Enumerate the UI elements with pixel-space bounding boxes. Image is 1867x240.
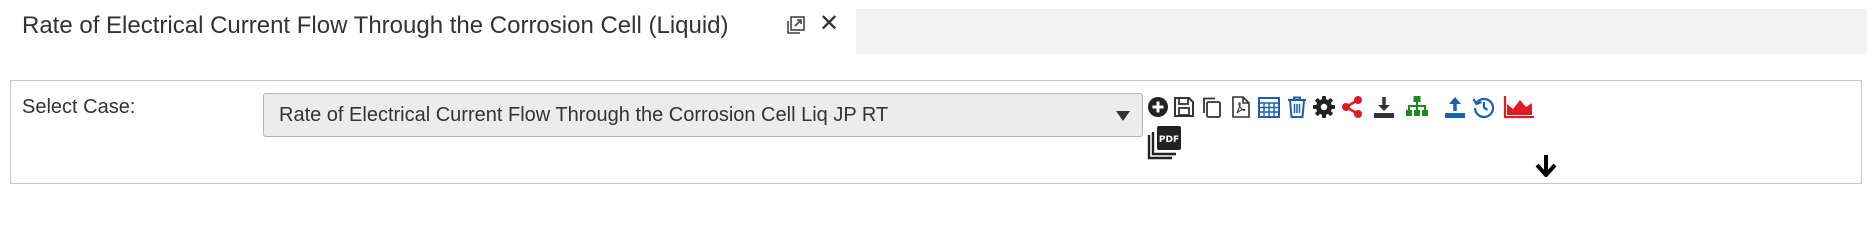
area-chart-icon (1503, 96, 1534, 119)
add-case-button[interactable] (1146, 95, 1170, 119)
active-tab[interactable]: Rate of Electrical Current Flow Through … (0, 0, 856, 58)
calculator-button[interactable] (1257, 95, 1281, 119)
case-panel: Select Case: Rate of Electrical Current … (10, 80, 1862, 184)
tab-title: Rate of Electrical Current Flow Through … (22, 12, 729, 39)
trash-icon (1288, 96, 1306, 118)
case-dropdown-value: Rate of Electrical Current Flow Through … (279, 104, 889, 126)
upload-icon (1445, 97, 1465, 118)
pdf-stack-icon: PDF (1147, 126, 1181, 160)
copy-icon (1203, 97, 1221, 118)
gear-icon (1313, 96, 1335, 118)
pdf-stack-button[interactable]: PDF (1146, 125, 1184, 161)
share-icon (1342, 96, 1362, 118)
history-icon (1472, 97, 1495, 119)
download-button[interactable] (1372, 95, 1396, 119)
expand-down-button[interactable] (1533, 153, 1559, 179)
upload-button[interactable] (1443, 95, 1467, 119)
save-button[interactable] (1172, 95, 1196, 119)
copy-button[interactable] (1199, 95, 1223, 119)
history-button[interactable] (1472, 95, 1496, 119)
close-icon[interactable]: ✕ (818, 10, 840, 38)
plus-circle-icon (1148, 97, 1168, 117)
share-button[interactable] (1340, 95, 1364, 119)
hierarchy-button[interactable] (1405, 95, 1429, 119)
case-dropdown[interactable]: Rate of Electrical Current Flow Through … (263, 93, 1143, 137)
save-icon (1174, 97, 1194, 117)
delete-button[interactable] (1285, 95, 1309, 119)
download-icon (1374, 97, 1394, 118)
chart-button[interactable] (1503, 95, 1535, 119)
pdf-file-icon (1232, 96, 1250, 118)
tab-strip: Rate of Electrical Current Flow Through … (0, 0, 1867, 58)
arrow-down-icon (1535, 155, 1557, 177)
popout-icon[interactable] (786, 15, 806, 35)
export-pdf-button[interactable] (1229, 95, 1253, 119)
dropdown-arrow-icon (1116, 111, 1130, 121)
tab-strip-empty-area (856, 9, 1867, 54)
pdf-badge-text: PDF (1159, 135, 1179, 145)
select-case-label: Select Case: (22, 96, 136, 118)
sitemap-icon (1406, 96, 1428, 116)
settings-button[interactable] (1312, 95, 1336, 119)
table-grid-icon (1258, 97, 1280, 118)
